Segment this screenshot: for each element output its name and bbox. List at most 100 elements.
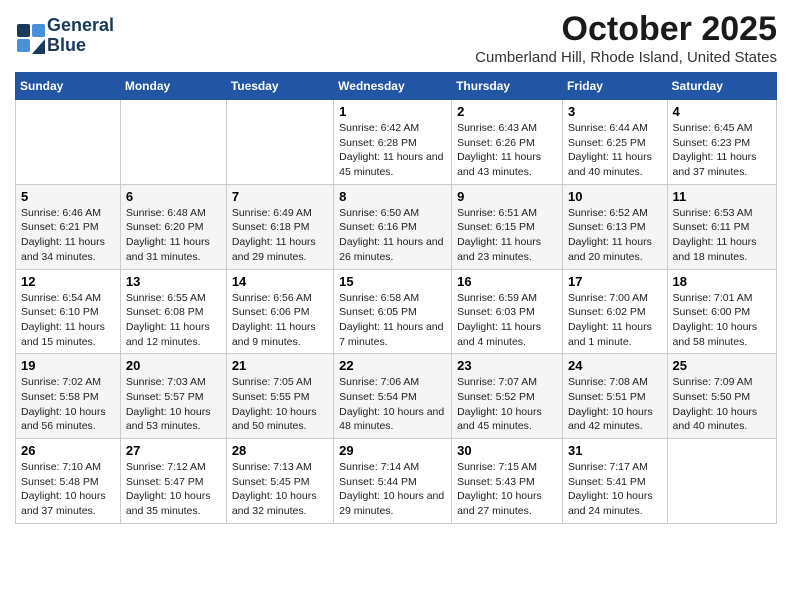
week-row-4: 19 Sunrise: 7:02 AMSunset: 5:58 PMDayligh… <box>16 354 777 439</box>
calendar-cell: 14 Sunrise: 6:56 AMSunset: 6:06 PMDayligh… <box>226 269 333 354</box>
day-number: 29 <box>339 443 446 458</box>
day-number: 7 <box>232 189 328 204</box>
day-number: 5 <box>21 189 115 204</box>
day-number: 11 <box>673 189 771 204</box>
week-row-1: 1Sunrise: 6:42 AMSunset: 6:28 PMDaylight… <box>16 100 777 185</box>
calendar-cell: 2 Sunrise: 6:43 AMSunset: 6:26 PMDaylight… <box>452 100 563 185</box>
logo-line2: Blue <box>47 35 86 55</box>
day-info: Sunrise: 6:54 AMSunset: 6:10 PMDaylight:… <box>21 291 115 350</box>
calendar-cell: 6Sunrise: 6:48 AMSunset: 6:20 PMDaylight… <box>120 184 226 269</box>
day-info: Sunrise: 6:53 AMSunset: 6:11 PMDaylight:… <box>673 206 771 265</box>
day-number: 26 <box>21 443 115 458</box>
calendar-cell: 24Sunrise: 7:08 AMSunset: 5:51 PMDayligh… <box>562 354 667 439</box>
day-number: 14 <box>232 274 328 289</box>
day-info: Sunrise: 7:15 AMSunset: 5:43 PMDaylight:… <box>457 460 557 519</box>
day-number: 6 <box>126 189 221 204</box>
logo-line1: General <box>47 15 114 35</box>
calendar-cell: 1Sunrise: 6:42 AMSunset: 6:28 PMDaylight… <box>334 100 452 185</box>
day-number: 4 <box>673 104 771 119</box>
calendar-cell <box>16 100 121 185</box>
weekday-header-thursday: Thursday <box>452 73 563 100</box>
day-info: Sunrise: 6:59 AMSunset: 6:03 PMDaylight:… <box>457 291 557 350</box>
calendar-cell: 17 Sunrise: 7:00 AMSunset: 6:02 PMDayligh… <box>562 269 667 354</box>
day-number: 27 <box>126 443 221 458</box>
calendar-cell: 21 Sunrise: 7:05 AMSunset: 5:55 PMDayligh… <box>226 354 333 439</box>
day-number: 19 <box>21 358 115 373</box>
calendar-cell: 27 Sunrise: 7:12 AMSunset: 5:47 PMDayligh… <box>120 439 226 524</box>
calendar-table: SundayMondayTuesdayWednesdayThursdayFrid… <box>15 72 777 524</box>
day-number: 3 <box>568 104 662 119</box>
weekday-header-row: SundayMondayTuesdayWednesdayThursdayFrid… <box>16 73 777 100</box>
logo-icon <box>15 22 43 50</box>
day-info: Sunrise: 6:52 AMSunset: 6:13 PMDaylight:… <box>568 206 662 265</box>
weekday-header-saturday: Saturday <box>667 73 776 100</box>
weekday-header-monday: Monday <box>120 73 226 100</box>
calendar-cell: 8 Sunrise: 6:50 AMSunset: 6:16 PMDaylight… <box>334 184 452 269</box>
day-info: Sunrise: 7:00 AMSunset: 6:02 PMDaylight:… <box>568 291 662 350</box>
calendar-cell: 20Sunrise: 7:03 AMSunset: 5:57 PMDayligh… <box>120 354 226 439</box>
day-number: 23 <box>457 358 557 373</box>
day-info: Sunrise: 7:13 AMSunset: 5:45 PMDaylight:… <box>232 460 328 519</box>
day-info: Sunrise: 7:01 AMSunset: 6:00 PMDaylight:… <box>673 291 771 350</box>
day-number: 17 <box>568 274 662 289</box>
day-number: 28 <box>232 443 328 458</box>
day-info: Sunrise: 6:44 AMSunset: 6:25 PMDaylight:… <box>568 121 662 180</box>
day-info: Sunrise: 7:08 AMSunset: 5:51 PMDaylight:… <box>568 375 662 434</box>
day-info: Sunrise: 6:50 AMSunset: 6:16 PMDaylight:… <box>339 206 446 265</box>
day-info: Sunrise: 6:56 AMSunset: 6:06 PMDaylight:… <box>232 291 328 350</box>
day-info: Sunrise: 6:49 AMSunset: 6:18 PMDaylight:… <box>232 206 328 265</box>
week-row-2: 5 Sunrise: 6:46 AMSunset: 6:21 PMDaylight… <box>16 184 777 269</box>
calendar-cell: 19 Sunrise: 7:02 AMSunset: 5:58 PMDayligh… <box>16 354 121 439</box>
day-info: Sunrise: 7:03 AMSunset: 5:57 PMDaylight:… <box>126 375 221 434</box>
calendar-cell: 30 Sunrise: 7:15 AMSunset: 5:43 PMDayligh… <box>452 439 563 524</box>
week-row-5: 26 Sunrise: 7:10 AMSunset: 5:48 PMDayligh… <box>16 439 777 524</box>
calendar-cell: 12Sunrise: 6:54 AMSunset: 6:10 PMDayligh… <box>16 269 121 354</box>
day-number: 9 <box>457 189 557 204</box>
logo-text: GeneralBlue <box>47 16 114 56</box>
day-info: Sunrise: 7:02 AMSunset: 5:58 PMDaylight:… <box>21 375 115 434</box>
day-number: 2 <box>457 104 557 119</box>
title-block: October 2025 Cumberland Hill, Rhode Isla… <box>475 10 777 66</box>
calendar-cell <box>667 439 776 524</box>
calendar-cell: 29 Sunrise: 7:14 AMSunset: 5:44 PMDayligh… <box>334 439 452 524</box>
day-info: Sunrise: 7:06 AMSunset: 5:54 PMDaylight:… <box>339 375 446 434</box>
day-info: Sunrise: 7:12 AMSunset: 5:47 PMDaylight:… <box>126 460 221 519</box>
month-title: October 2025 <box>475 10 777 49</box>
logo: GeneralBlue <box>15 16 114 56</box>
day-info: Sunrise: 6:45 AMSunset: 6:23 PMDaylight:… <box>673 121 771 180</box>
calendar-cell: 7 Sunrise: 6:49 AMSunset: 6:18 PMDaylight… <box>226 184 333 269</box>
day-info: Sunrise: 7:05 AMSunset: 5:55 PMDaylight:… <box>232 375 328 434</box>
calendar-cell: 15Sunrise: 6:58 AMSunset: 6:05 PMDayligh… <box>334 269 452 354</box>
calendar-cell: 13Sunrise: 6:55 AMSunset: 6:08 PMDayligh… <box>120 269 226 354</box>
day-info: Sunrise: 6:46 AMSunset: 6:21 PMDaylight:… <box>21 206 115 265</box>
weekday-header-friday: Friday <box>562 73 667 100</box>
day-number: 30 <box>457 443 557 458</box>
calendar-cell: 10Sunrise: 6:52 AMSunset: 6:13 PMDayligh… <box>562 184 667 269</box>
day-info: Sunrise: 7:10 AMSunset: 5:48 PMDaylight:… <box>21 460 115 519</box>
day-info: Sunrise: 6:55 AMSunset: 6:08 PMDaylight:… <box>126 291 221 350</box>
calendar-cell <box>226 100 333 185</box>
weekday-header-tuesday: Tuesday <box>226 73 333 100</box>
weekday-header-wednesday: Wednesday <box>334 73 452 100</box>
day-number: 18 <box>673 274 771 289</box>
day-info: Sunrise: 6:43 AMSunset: 6:26 PMDaylight:… <box>457 121 557 180</box>
calendar-cell: 9 Sunrise: 6:51 AMSunset: 6:15 PMDaylight… <box>452 184 563 269</box>
day-number: 21 <box>232 358 328 373</box>
calendar-cell: 4 Sunrise: 6:45 AMSunset: 6:23 PMDaylight… <box>667 100 776 185</box>
day-number: 8 <box>339 189 446 204</box>
page-header: GeneralBlue October 2025 Cumberland Hill… <box>15 10 777 66</box>
calendar-cell: 5 Sunrise: 6:46 AMSunset: 6:21 PMDaylight… <box>16 184 121 269</box>
day-info: Sunrise: 6:42 AMSunset: 6:28 PMDaylight:… <box>339 121 446 180</box>
day-info: Sunrise: 7:14 AMSunset: 5:44 PMDaylight:… <box>339 460 446 519</box>
day-info: Sunrise: 7:07 AMSunset: 5:52 PMDaylight:… <box>457 375 557 434</box>
day-number: 25 <box>673 358 771 373</box>
week-row-3: 12Sunrise: 6:54 AMSunset: 6:10 PMDayligh… <box>16 269 777 354</box>
day-info: Sunrise: 6:51 AMSunset: 6:15 PMDaylight:… <box>457 206 557 265</box>
calendar-cell: 11 Sunrise: 6:53 AMSunset: 6:11 PMDayligh… <box>667 184 776 269</box>
calendar-cell: 31Sunrise: 7:17 AMSunset: 5:41 PMDayligh… <box>562 439 667 524</box>
calendar-cell <box>120 100 226 185</box>
day-number: 15 <box>339 274 446 289</box>
weekday-header-sunday: Sunday <box>16 73 121 100</box>
calendar-cell: 22Sunrise: 7:06 AMSunset: 5:54 PMDayligh… <box>334 354 452 439</box>
calendar-cell: 18 Sunrise: 7:01 AMSunset: 6:00 PMDayligh… <box>667 269 776 354</box>
